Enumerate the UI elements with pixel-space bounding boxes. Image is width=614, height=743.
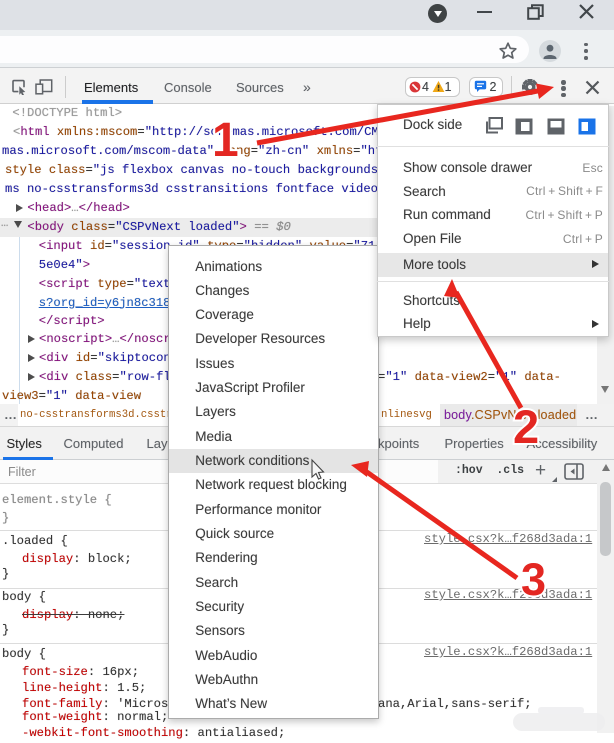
svg-text:3: 3 (521, 554, 546, 605)
svg-text:1: 1 (212, 114, 239, 167)
svg-text:2: 2 (513, 400, 539, 453)
